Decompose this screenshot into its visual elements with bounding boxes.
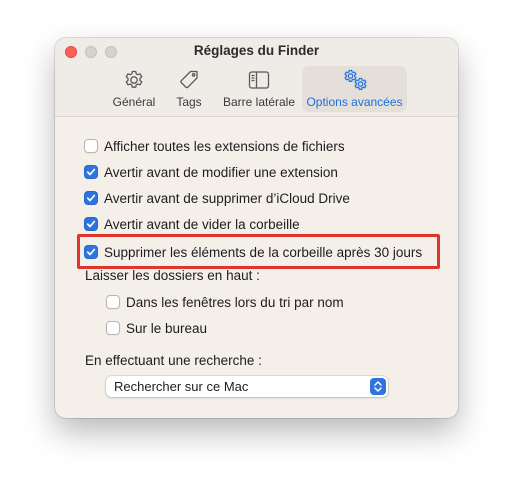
- tab-general[interactable]: Général: [109, 66, 159, 112]
- checkbox[interactable]: [84, 245, 98, 259]
- tab-tags[interactable]: Tags: [171, 66, 207, 112]
- checkbox[interactable]: [106, 295, 120, 309]
- option-warn-empty-trash[interactable]: Avertir avant de vider la corbeille: [84, 214, 300, 234]
- gear-icon: [125, 70, 143, 88]
- checkbox[interactable]: [106, 321, 120, 335]
- popup-arrows-icon: [370, 378, 386, 395]
- option-label: Afficher toutes les extensions de fichie…: [104, 138, 345, 154]
- tab-general-label: Général: [112, 95, 156, 109]
- option-folders-on-top-desktop[interactable]: Sur le bureau: [106, 318, 207, 338]
- folders-on-top-heading: Laisser les dossiers en haut :: [85, 268, 260, 283]
- tag-icon: [180, 70, 198, 89]
- tab-advanced[interactable]: Options avancées: [302, 66, 407, 112]
- option-label: Avertir avant de modifier une extension: [104, 164, 338, 180]
- option-label: Avertir avant de vider la corbeille: [104, 216, 300, 232]
- checkbox[interactable]: [84, 217, 98, 231]
- gears-icon: [343, 69, 367, 90]
- checkmark-icon: [86, 248, 96, 256]
- sidebar-icon: [248, 71, 270, 89]
- search-heading: En effectuant une recherche :: [85, 353, 262, 368]
- option-label: Sur le bureau: [126, 320, 208, 336]
- tab-advanced-label: Options avancées: [306, 95, 403, 109]
- option-folders-on-top-windows[interactable]: Dans les fenêtres lors du tri par nom: [106, 292, 344, 312]
- option-warn-icloud-remove[interactable]: Avertir avant de supprimer d’iCloud Driv…: [84, 188, 350, 208]
- search-scope-popup[interactable]: Rechercher sur ce Mac: [106, 376, 388, 397]
- tab-sidebar[interactable]: Barre latérale: [221, 66, 297, 112]
- option-warn-change-extension[interactable]: Avertir avant de modifier une extension: [84, 162, 338, 182]
- option-show-extensions[interactable]: Afficher toutes les extensions de fichie…: [84, 136, 345, 156]
- checkmark-icon: [86, 168, 96, 176]
- option-label: Supprimer les éléments de la corbeille a…: [104, 244, 423, 260]
- tab-tags-label: Tags: [176, 95, 202, 109]
- checkbox[interactable]: [84, 165, 98, 179]
- checkmark-icon: [86, 220, 96, 228]
- option-label: Dans les fenêtres lors du tri par nom: [126, 294, 344, 310]
- window-toolbar: Réglages du Finder Général Tags Barre la…: [55, 38, 458, 117]
- tab-sidebar-label: Barre latérale: [222, 95, 296, 109]
- option-remove-trash-after-30-days[interactable]: Supprimer les éléments de la corbeille a…: [84, 242, 422, 262]
- checkmark-icon: [86, 194, 96, 202]
- checkbox[interactable]: [84, 191, 98, 205]
- checkbox[interactable]: [84, 139, 98, 153]
- option-label: Avertir avant de supprimer d’iCloud Driv…: [104, 190, 350, 206]
- window-title: Réglages du Finder: [193, 43, 320, 58]
- search-scope-value: Rechercher sur ce Mac: [114, 379, 249, 394]
